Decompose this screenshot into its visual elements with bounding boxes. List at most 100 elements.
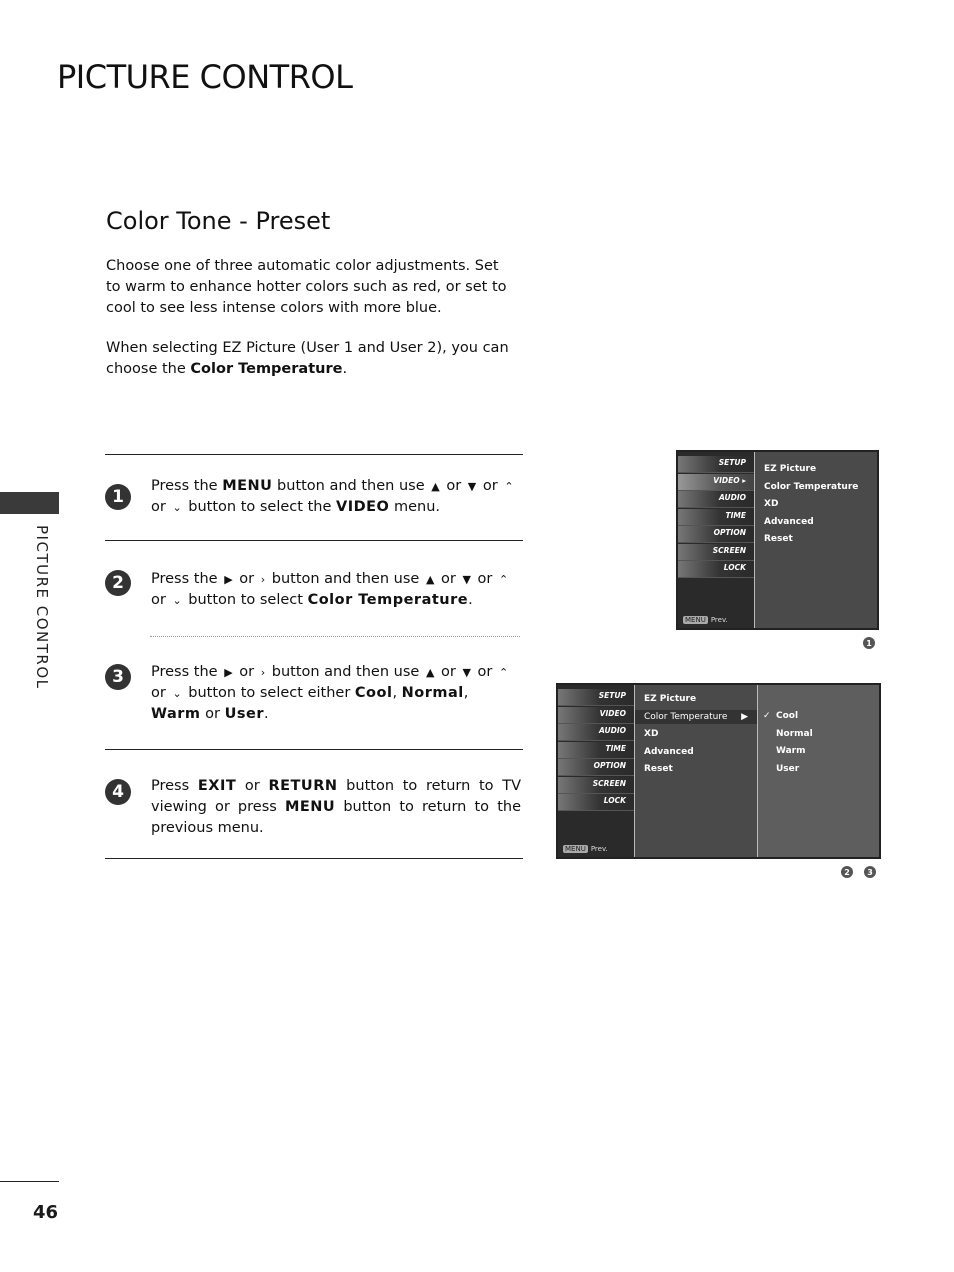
step-text-part: button to select the xyxy=(183,499,336,515)
step-text-part: or xyxy=(436,664,461,680)
tv-category-label: TIME xyxy=(725,510,747,520)
tv-option-xd[interactable]: XD xyxy=(644,729,658,739)
step-number-2: 2 xyxy=(105,570,131,596)
step-text-part: or xyxy=(236,778,269,794)
tv-menu-screen-1: SETUP VIDEO ▸ AUDIO TIME OPTION SCREEN LOCK ME… xyxy=(676,450,879,630)
down-chevron-icon: ⌄ xyxy=(172,594,182,607)
tv-category-label: TIME xyxy=(605,743,627,753)
tv-category-label: LOCK xyxy=(723,563,746,572)
prev-label: Prev. xyxy=(710,616,728,624)
tv-category-time[interactable]: TIME xyxy=(678,508,754,526)
side-tab-marker xyxy=(0,492,59,514)
divider xyxy=(105,749,523,750)
tv-option-color-temperature[interactable]: Color Temperature ▶ xyxy=(635,709,757,724)
step-text-part: Press the xyxy=(151,664,223,680)
intro-note-keyword: Color Temperature xyxy=(190,361,343,377)
tv-category-label: LOCK xyxy=(603,796,626,805)
footer-rule xyxy=(0,1181,59,1182)
tv-option-xd[interactable]: XD xyxy=(764,499,778,509)
video-options-panel: EZ Picture Color Temperature ▶ XD Advanced Re… xyxy=(634,685,757,857)
divider xyxy=(105,540,523,541)
tv-category-label: VIDEO xyxy=(599,708,626,718)
step-text-part: or xyxy=(441,478,466,494)
tv-temp-option-user[interactable]: User xyxy=(776,764,799,774)
section-title: Color Tone - Preset xyxy=(106,207,331,235)
step-text-part: or xyxy=(200,706,225,722)
tv-category-video[interactable]: VIDEO ▸ xyxy=(678,473,754,491)
tv-category-option[interactable]: OPTION xyxy=(558,759,634,776)
tv-option-reset[interactable]: Reset xyxy=(644,764,673,774)
color-temperature-submenu: ✓ Cool Normal Warm User xyxy=(757,685,879,857)
tv-temp-label: Normal xyxy=(776,728,813,739)
tv-category-label: OPTION xyxy=(593,761,626,770)
tv-category-lock[interactable]: LOCK xyxy=(558,794,634,811)
tv-temp-option-warm[interactable]: Warm xyxy=(776,746,806,756)
page-title: PICTURE CONTROL xyxy=(57,58,353,96)
tv-category-label: VIDEO ▸ xyxy=(713,475,746,485)
tv-option-ez-picture[interactable]: EZ Picture xyxy=(644,694,696,704)
tv-option-advanced[interactable]: Advanced xyxy=(764,517,814,527)
tv-category-audio[interactable]: AUDIO xyxy=(678,491,754,508)
step-text-part: or xyxy=(234,571,259,587)
callout-2: 2 xyxy=(841,866,853,878)
step-text-part: or xyxy=(234,664,259,680)
tv-temp-option-normal[interactable]: Normal xyxy=(776,729,813,739)
step-text-part: or xyxy=(472,571,497,587)
tv-category-label: SETUP xyxy=(718,458,746,467)
callout-3: 3 xyxy=(864,866,876,878)
tv-category-option[interactable]: OPTION xyxy=(678,526,754,543)
step-number-4: 4 xyxy=(105,779,131,805)
step-text-part: , xyxy=(463,685,469,701)
step-text-part: button and then use xyxy=(272,478,430,494)
step-text-part: . xyxy=(263,706,269,722)
intro-note: When selecting EZ Picture (User 1 and Us… xyxy=(106,338,516,380)
tv-category-audio[interactable]: AUDIO xyxy=(558,724,634,741)
menu-key-icon: MENU xyxy=(563,845,588,853)
step-text-part: . xyxy=(468,592,473,608)
step-text-part: button to select either xyxy=(183,685,355,701)
step-text-part: or xyxy=(472,664,497,680)
tv-category-sidebar: SETUP VIDEO ▸ AUDIO TIME OPTION SCREEN LOCK ME… xyxy=(678,452,754,628)
tv-temp-option-cool[interactable]: ✓ Cool xyxy=(763,711,798,721)
right-chevron-icon: › xyxy=(260,573,266,586)
step-text-part: Press xyxy=(151,778,198,794)
step-text-part: button and then use xyxy=(267,571,424,587)
dotted-divider xyxy=(150,636,520,637)
step-text-part: or xyxy=(151,592,171,608)
button-keyword: VIDEO xyxy=(335,499,390,515)
step-number-3: 3 xyxy=(105,664,131,690)
tv-category-label: SCREEN xyxy=(712,545,746,555)
tv-category-sidebar: SETUP VIDEO AUDIO TIME OPTION SCREEN LOCK MENU… xyxy=(558,685,634,857)
button-keyword: Normal xyxy=(401,685,464,701)
tv-category-screen[interactable]: SCREEN xyxy=(678,543,754,561)
step-text-part: menu. xyxy=(389,499,441,515)
tv-category-time[interactable]: TIME xyxy=(558,741,634,759)
up-arrow-icon: ▲ xyxy=(425,573,435,586)
button-keyword: RETURN xyxy=(268,778,338,794)
tv-category-setup[interactable]: SETUP xyxy=(678,456,754,473)
step-text-part: or xyxy=(151,499,171,515)
tv-option-color-temperature[interactable]: Color Temperature xyxy=(764,482,858,492)
step-text-part: or xyxy=(151,685,171,701)
up-chevron-icon: ⌃ xyxy=(499,666,509,679)
button-keyword: MENU xyxy=(222,478,273,494)
step-1-text: Press the MENU button and then use ▲ or … xyxy=(151,476,521,518)
step-3-text: Press the ▶ or › button and then use ▲ o… xyxy=(151,662,521,725)
menu-key-icon: MENU xyxy=(683,616,708,624)
down-chevron-icon: ⌄ xyxy=(172,501,182,514)
tv-category-setup[interactable]: SETUP xyxy=(558,689,634,706)
tv-category-screen[interactable]: SCREEN xyxy=(558,776,634,794)
right-arrow-icon: ▶ xyxy=(224,666,233,679)
step-text-part: , xyxy=(392,685,402,701)
tv-category-lock[interactable]: LOCK xyxy=(678,561,754,578)
callout-1: 1 xyxy=(863,637,875,649)
prev-hint: MENU Prev. xyxy=(563,845,608,853)
tv-option-advanced[interactable]: Advanced xyxy=(644,747,694,757)
tv-option-reset[interactable]: Reset xyxy=(764,534,793,544)
tv-option-ez-picture[interactable]: EZ Picture xyxy=(764,464,816,474)
step-text-part: or xyxy=(436,571,461,587)
video-options-panel: EZ Picture Color Temperature XD Advanced Res… xyxy=(754,452,877,628)
tv-category-video[interactable]: VIDEO xyxy=(558,706,634,724)
tv-category-label: SCREEN xyxy=(592,778,626,788)
intro-note-suffix: . xyxy=(342,361,348,377)
